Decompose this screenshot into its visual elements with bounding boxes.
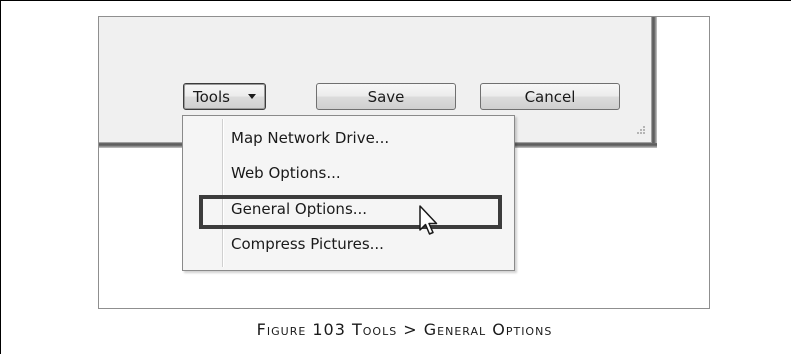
tools-dropdown-menu: Map Network Drive... Web Options... Gene… <box>182 115 515 271</box>
menu-item-compress-pictures[interactable]: Compress Pictures... <box>231 230 384 258</box>
tools-button-label: Tools <box>193 87 230 106</box>
resize-grip-icon[interactable] <box>634 125 646 137</box>
menu-item-map-network-drive[interactable]: Map Network Drive... <box>231 124 389 152</box>
dialog-shadow-right <box>652 17 657 148</box>
highlight-box <box>199 195 502 229</box>
menu-gutter-highlight <box>223 119 224 267</box>
chevron-down-icon <box>248 94 256 99</box>
tools-button[interactable]: Tools <box>183 83 266 110</box>
menu-item-web-options[interactable]: Web Options... <box>231 159 341 187</box>
screenshot-frame: Tools Save Cancel Map Network Drive... W… <box>98 16 710 309</box>
save-button-label: Save <box>367 87 405 106</box>
frame-top-border <box>0 0 791 1</box>
figure-caption: Figure 103 Tools > General Options <box>256 320 553 339</box>
arrow-cursor-icon <box>419 205 438 235</box>
save-button[interactable]: Save <box>316 83 456 110</box>
cancel-button[interactable]: Cancel <box>480 83 620 110</box>
cancel-button-label: Cancel <box>524 87 576 106</box>
frame-left-border <box>0 0 1 354</box>
